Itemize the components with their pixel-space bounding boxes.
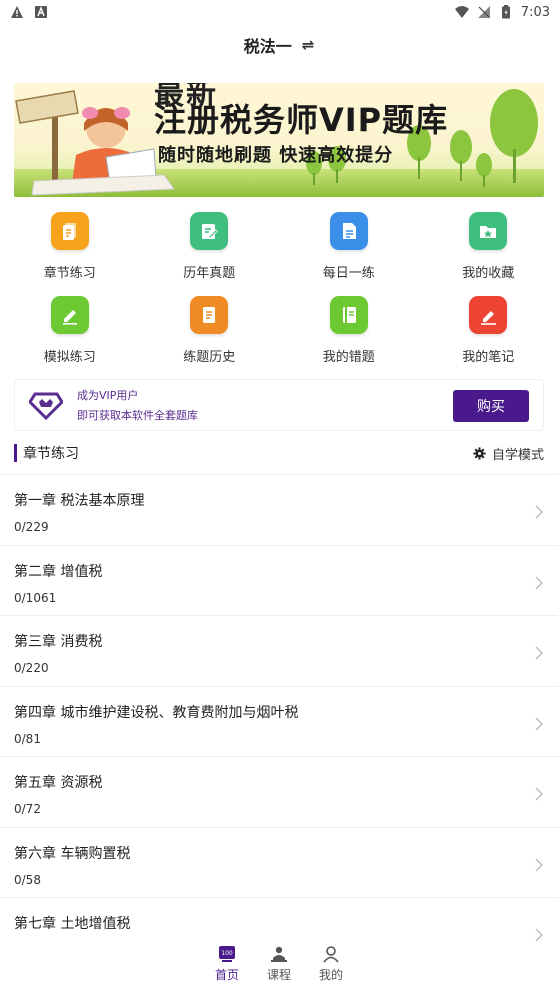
- vip-description: 即可获取本软件全套题库: [77, 409, 198, 422]
- chapter-row[interactable]: 第三章 消费税 0/220: [0, 616, 558, 687]
- chevron-right-icon: [535, 787, 543, 801]
- grid-item[interactable]: 模拟练习: [0, 288, 140, 372]
- section-title: 章节练习: [23, 446, 79, 462]
- promo-banner[interactable]: 最新 注册税务师VIP题库 随时随地刷题 快速高效提分: [14, 83, 544, 197]
- grid-item-label: 历年真题: [183, 266, 236, 281]
- chapter-title: 第一章 税法基本原理: [14, 493, 145, 509]
- chapter-title: 第二章 增值税: [14, 563, 103, 580]
- course-icon: [271, 946, 287, 962]
- note-pen-icon: [469, 296, 508, 334]
- grid-item[interactable]: 我的错题: [279, 288, 419, 372]
- grid-item[interactable]: 练题历史: [140, 288, 280, 372]
- gear-icon: [473, 446, 486, 460]
- banner-subline: 随时随地刷题 快速高效提分: [158, 145, 394, 166]
- grid-item-label: 我的收藏: [462, 266, 515, 281]
- page-title[interactable]: 税法一: [244, 33, 292, 57]
- study-mode-toggle[interactable]: 自学模式: [473, 444, 544, 463]
- chapter-row[interactable]: 第五章 资源税 0/72: [0, 757, 558, 828]
- grid-item-label: 我的笔记: [462, 350, 515, 365]
- chapter-progress: 0/220: [14, 661, 49, 675]
- grid-item-label: 模拟练习: [43, 350, 96, 365]
- grid-item[interactable]: 我的笔记: [419, 288, 558, 372]
- svg-text:100: 100: [221, 950, 233, 957]
- nav-label: 课程: [266, 968, 291, 982]
- pen-edit-icon: [50, 296, 89, 334]
- chevron-right-icon: [535, 717, 543, 730]
- chevron-right-icon: [535, 858, 543, 871]
- bottom-nav: 100 首页 课程 我的: [0, 942, 558, 992]
- nav-item[interactable]: 100 首页: [212, 944, 242, 983]
- star-folder-icon: [469, 212, 508, 250]
- grid-item-label: 每日一练: [322, 266, 375, 281]
- no-signal-icon: [477, 6, 490, 18]
- chapter-list: 第一章 税法基本原理 0/229 第二章 增值税 0/1061 第三章 消费税 0/220…: [0, 475, 558, 969]
- chevron-right-icon: [535, 576, 543, 589]
- grid-item[interactable]: 每日一练: [279, 204, 419, 288]
- vip-title: 成为VIP用户: [77, 389, 139, 402]
- buy-button[interactable]: 购买: [453, 390, 529, 422]
- doc-stack-icon: [50, 212, 89, 250]
- chapter-title: 第七章 土地增值税: [14, 916, 131, 932]
- nav-item[interactable]: 我的: [316, 944, 346, 983]
- chapter-progress: 0/1061: [14, 590, 57, 605]
- chapter-title: 第三章 消费税: [14, 634, 103, 650]
- chevron-right-icon: [535, 646, 543, 660]
- profile-icon: [323, 946, 339, 963]
- notebook-icon: [329, 296, 368, 334]
- chevron-right-icon: [535, 505, 543, 519]
- vip-card[interactable]: 成为VIP用户 即可获取本软件全套题库 购买: [14, 379, 544, 431]
- chapter-title: 第六章 车辆购置税: [14, 845, 131, 862]
- warning-icon: [11, 6, 23, 18]
- font-a-icon: [35, 6, 47, 18]
- feature-grid: 章节练习 历年真题 每日一练 我的收藏模拟练习 练题历史 我的错题 我的笔记: [0, 204, 558, 372]
- vip-crown-icon: [29, 392, 63, 420]
- study-mode-label: 自学模式: [491, 447, 544, 463]
- chapter-progress: 0/81: [14, 731, 41, 746]
- chapter-progress: 0/58: [14, 872, 41, 887]
- grid-item[interactable]: 我的收藏: [419, 204, 558, 288]
- edit-note-icon: [190, 212, 229, 250]
- document-icon: [329, 212, 368, 250]
- chapter-title: 第五章 资源税: [14, 775, 103, 791]
- swap-icon[interactable]: ⇌: [302, 36, 315, 54]
- grid-item[interactable]: 章节练习: [0, 204, 140, 288]
- chapter-row[interactable]: 第六章 车辆购置税 0/58: [0, 828, 558, 898]
- nav-label: 我的: [318, 968, 343, 982]
- chapter-progress: 0/229: [14, 520, 49, 534]
- chapter-progress: 0/72: [14, 802, 41, 816]
- book-icon: [190, 296, 229, 334]
- banner-headline: 注册税务师VIP题库: [154, 101, 449, 139]
- chapter-row[interactable]: 第四章 城市维护建设税、教育费附加与烟叶税 0/81: [0, 687, 558, 757]
- battery-icon: [501, 5, 510, 19]
- nav-label: 首页: [214, 968, 239, 982]
- nav-item[interactable]: 课程: [264, 944, 294, 983]
- status-bar: 7:03: [0, 0, 558, 24]
- header: 税法一 ⇌: [0, 24, 558, 66]
- wifi-icon: [454, 6, 469, 18]
- grid-item-label: 我的错题: [322, 350, 375, 365]
- chevron-right-icon: [535, 928, 543, 942]
- grid-item-label: 章节练习: [43, 266, 96, 281]
- grid-item[interactable]: 历年真题: [140, 204, 280, 288]
- chapter-title: 第四章 城市维护建设税、教育费附加与烟叶税: [14, 704, 299, 721]
- section-accent-bar: [14, 444, 17, 462]
- home-100-icon: 100: [219, 946, 235, 962]
- chapter-row[interactable]: 第一章 税法基本原理 0/229: [0, 475, 558, 546]
- chapter-row[interactable]: 第二章 增值税 0/1061: [0, 546, 558, 616]
- section-header: 章节练习 自学模式: [14, 441, 544, 465]
- status-time: 7:03: [520, 4, 550, 20]
- grid-item-label: 练题历史: [183, 350, 236, 365]
